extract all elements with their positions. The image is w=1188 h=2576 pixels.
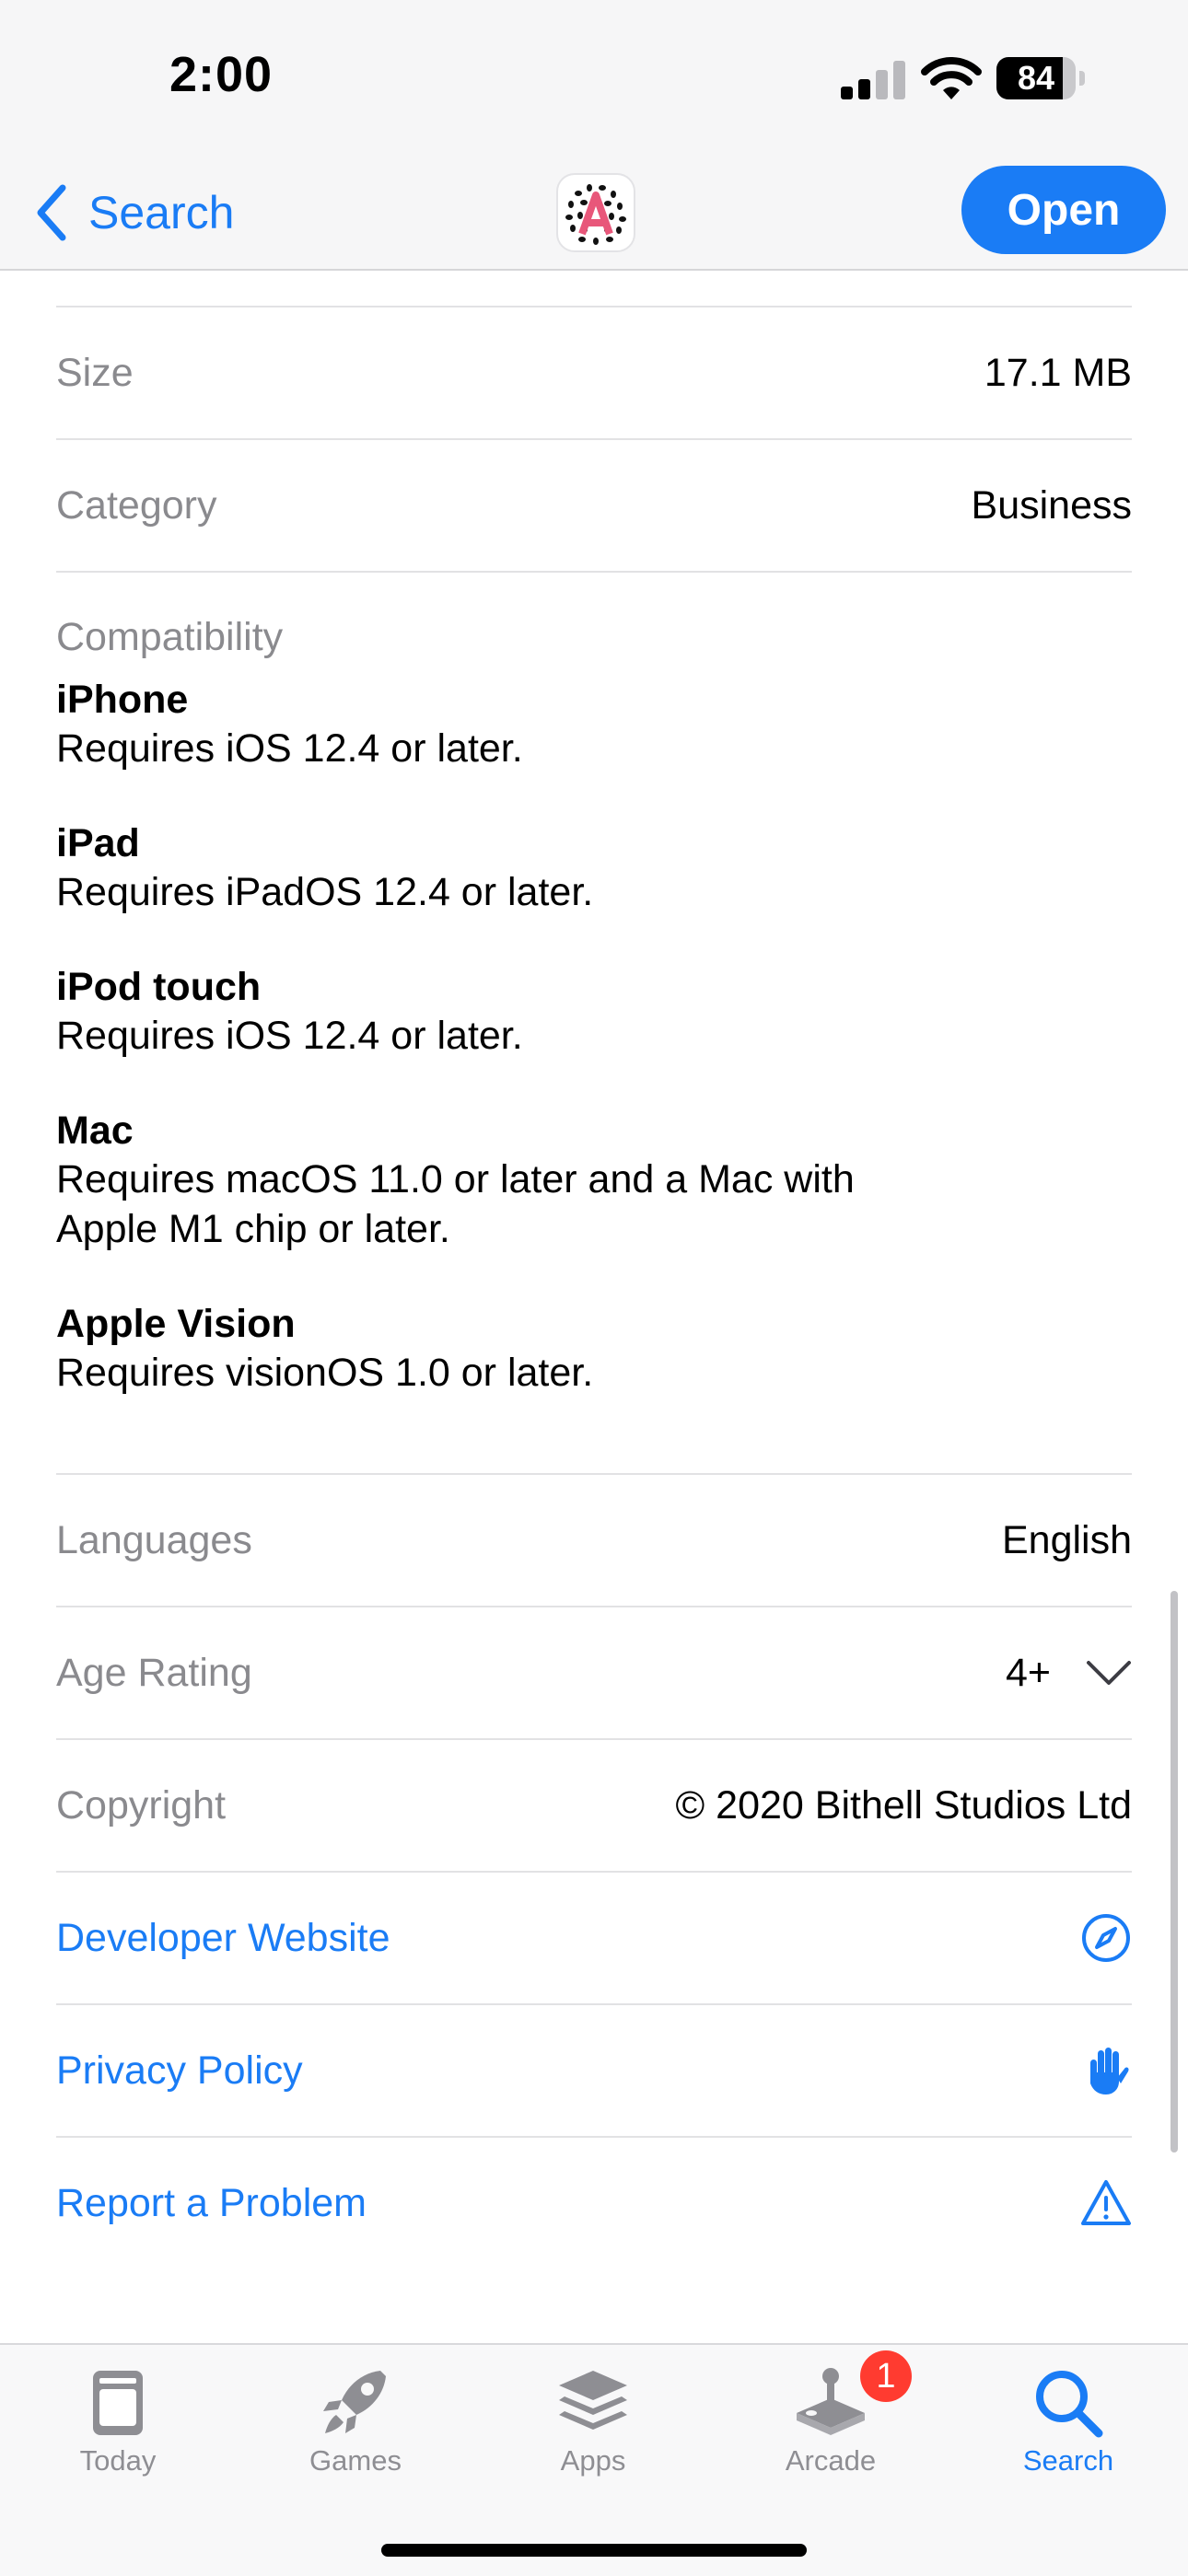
device-item-mac: Mac Requires macOS 11.0 or later and a M…: [56, 1107, 1132, 1254]
device-name: iPad: [56, 821, 140, 865]
languages-label: Languages: [56, 1517, 252, 1562]
status-bar: 2:00 84: [0, 0, 1188, 157]
rocket-icon: [323, 2371, 386, 2433]
report-problem-label: Report a Problem: [56, 2180, 367, 2225]
category-value: Business: [971, 482, 1132, 528]
developer-website-label: Developer Website: [56, 1915, 390, 1960]
tab-label: Arcade: [785, 2444, 877, 2477]
hand-raised-icon: [1090, 2048, 1129, 2094]
tab-label: Games: [309, 2444, 402, 2477]
tab-label: Apps: [560, 2444, 626, 2477]
tab-games[interactable]: Games: [273, 2345, 438, 2492]
privacy-policy-label: Privacy Policy: [56, 2048, 303, 2093]
apps-stack-icon: [559, 2371, 627, 2430]
tab-label: Search: [1022, 2444, 1114, 2477]
cellular-signal-icon: [841, 61, 905, 99]
back-button[interactable]: Search: [33, 180, 234, 245]
home-indicator[interactable]: [381, 2544, 807, 2557]
category-label: Category: [56, 482, 217, 528]
device-requirement: Requires iPadOS 12.4 or later.: [56, 870, 594, 914]
copyright-value: © 2020 Bithell Studios Ltd: [675, 1782, 1132, 1828]
tab-search[interactable]: Search: [985, 2345, 1151, 2492]
chevron-down-icon: [1087, 1661, 1131, 1685]
report-problem-link[interactable]: Report a Problem: [56, 2138, 1132, 2269]
info-row-copyright: Copyright © 2020 Bithell Studios Ltd: [56, 1740, 1132, 1871]
device-name: iPod touch: [56, 965, 262, 1009]
device-item-ipad: iPad Requires iPadOS 12.4 or later.: [56, 819, 1132, 917]
age-rating-label: Age Rating: [56, 1650, 252, 1695]
device-item-ipod-touch: iPod touch Requires iOS 12.4 or later.: [56, 963, 1132, 1061]
back-button-label: Search: [88, 187, 235, 238]
open-button[interactable]: Open: [961, 166, 1166, 254]
chevron-left-icon: [37, 184, 66, 241]
tab-today[interactable]: Today: [35, 2345, 201, 2492]
information-section: Size 17.1 MB Category Business Compatibi…: [56, 269, 1132, 2269]
scroll-indicator[interactable]: [1171, 1591, 1178, 2152]
device-name: iPhone: [56, 678, 189, 722]
navigation-bar: Search Open: [0, 157, 1188, 271]
warning-triangle-icon: [1081, 2180, 1131, 2225]
today-icon: [93, 2371, 143, 2435]
search-icon: [1036, 2371, 1103, 2438]
app-icon: [556, 173, 635, 252]
privacy-policy-link[interactable]: Privacy Policy: [56, 2005, 1132, 2136]
age-rating-value: 4+: [1005, 1650, 1051, 1695]
status-time: 2:00: [169, 47, 274, 102]
device-requirement: Requires iOS 12.4 or later.: [56, 726, 523, 771]
languages-value: English: [1001, 1517, 1132, 1562]
device-item-apple-vision: Apple Vision Requires visionOS 1.0 or la…: [56, 1300, 1132, 1398]
wifi-icon: [921, 57, 982, 99]
tab-apps[interactable]: Apps: [510, 2345, 676, 2492]
battery-percent: 84: [1017, 59, 1055, 97]
info-row-category: Category Business: [56, 440, 1132, 571]
compatibility-section: Compatibility iPhone Requires iOS 12.4 o…: [56, 573, 1132, 1473]
info-row-age-rating[interactable]: Age Rating 4+: [56, 1607, 1132, 1738]
compatibility-title: Compatibility: [56, 615, 284, 659]
tab-label: Today: [79, 2444, 157, 2477]
info-row-size: Size 17.1 MB: [56, 307, 1132, 438]
size-value: 17.1 MB: [984, 350, 1132, 395]
info-row-languages: Languages English: [56, 1475, 1132, 1606]
device-requirement: Requires visionOS 1.0 or later.: [56, 1351, 594, 1395]
device-name: Mac: [56, 1108, 134, 1153]
arcade-badge: 1: [860, 2350, 912, 2402]
device-requirement: Requires iOS 12.4 or later.: [56, 1014, 523, 1058]
copyright-label: Copyright: [56, 1782, 227, 1828]
age-rating-expander[interactable]: 4+: [1006, 1651, 1132, 1696]
device-item-iphone: iPhone Requires iOS 12.4 or later.: [56, 676, 1132, 773]
device-name: Apple Vision: [56, 1302, 296, 1346]
device-requirement: Requires macOS 11.0 or later and a Mac w…: [56, 1157, 855, 1251]
developer-website-link[interactable]: Developer Website: [56, 1873, 1132, 2003]
joystick-icon: [797, 2368, 865, 2435]
battery-icon: 84: [996, 57, 1087, 99]
compass-icon: [1082, 1914, 1130, 1962]
tab-bar: Today Games Apps Arcade 1 Search: [0, 2343, 1188, 2576]
size-label: Size: [56, 350, 134, 395]
